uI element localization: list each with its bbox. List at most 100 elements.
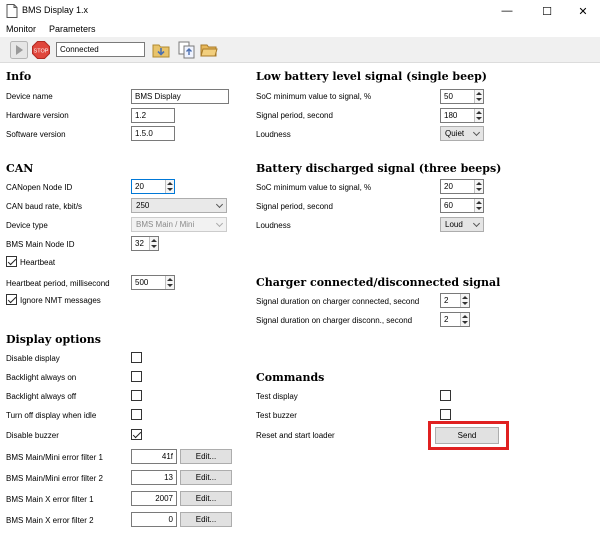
error-filter-1-field[interactable]: 41f <box>131 449 177 464</box>
spin-arrows-icon[interactable] <box>474 180 483 193</box>
turn-off-idle-checkbox[interactable] <box>131 409 142 420</box>
error-filter-2-label: BMS Main/Mini error filter 2 <box>6 474 103 483</box>
discharged-soc-value: 20 <box>444 182 453 191</box>
spin-arrows-icon[interactable] <box>165 180 174 193</box>
chevron-down-icon <box>472 128 481 137</box>
ignore-nmt-label: Ignore NMT messages <box>20 296 101 305</box>
discharged-soc-label: SoC minimum value to signal, % <box>256 183 372 192</box>
canopen-node-id-value: 20 <box>135 182 144 191</box>
device-name-label: Device name <box>6 92 53 101</box>
disable-display-label: Disable display <box>6 354 60 363</box>
error-filter-2-field[interactable]: 13 <box>131 470 177 485</box>
error-filter-3-field[interactable]: 2007 <box>131 491 177 506</box>
error-filter-4-label: BMS Main X error filter 2 <box>6 516 94 525</box>
menu-monitor[interactable]: Monitor <box>6 24 36 34</box>
backlight-always-on-checkbox[interactable] <box>131 371 142 382</box>
low-battery-title: Low battery level signal (single beep) <box>256 70 487 83</box>
test-buzzer-label: Test buzzer <box>256 411 297 420</box>
can-baud-rate-select[interactable]: 250 <box>131 198 227 213</box>
heartbeat-period-stepper[interactable]: 500 <box>131 275 175 290</box>
bms-main-node-id-label: BMS Main Node ID <box>6 240 75 249</box>
low-loudness-label: Loudness <box>256 130 291 139</box>
discharged-period-stepper[interactable]: 60 <box>440 198 484 213</box>
heartbeat-checkbox[interactable] <box>6 256 17 267</box>
low-period-stepper[interactable]: 180 <box>440 108 484 123</box>
test-display-label: Test display <box>256 392 298 401</box>
close-button[interactable]: ✕ <box>566 0 600 22</box>
maximize-button[interactable]: ☐ <box>530 0 564 22</box>
spin-arrows-icon[interactable] <box>165 276 174 289</box>
error-filter-3-label: BMS Main X error filter 1 <box>6 495 94 504</box>
connection-status: Connected <box>56 42 145 57</box>
minimize-icon: — <box>501 5 513 17</box>
discharged-loudness-select[interactable]: Loud <box>440 217 484 232</box>
discharged-title: Battery discharged signal (three beeps) <box>256 162 502 175</box>
can-baud-rate-label: CAN baud rate, kbit/s <box>6 202 83 211</box>
spin-arrows-icon[interactable] <box>460 313 469 326</box>
discharged-loudness-value: Loud <box>445 220 463 229</box>
send-button[interactable]: Send <box>435 427 499 444</box>
charger-title: Charger connected/disconnected signal <box>256 276 501 289</box>
svg-text:STOP: STOP <box>34 49 49 55</box>
open-folder-icon[interactable] <box>200 41 218 59</box>
low-loudness-value: Quiet <box>445 129 465 138</box>
charger-connected-stepper[interactable]: 2 <box>440 293 470 308</box>
low-loudness-select[interactable]: Quiet <box>440 126 484 141</box>
test-buzzer-checkbox[interactable] <box>440 409 451 420</box>
spin-arrows-icon[interactable] <box>474 199 483 212</box>
low-soc-label: SoC minimum value to signal, % <box>256 92 372 101</box>
charger-connected-label: Signal duration on charger connected, se… <box>256 297 420 306</box>
edit-filter-3-button[interactable]: Edit... <box>180 491 232 506</box>
edit-filter-2-button[interactable]: Edit... <box>180 470 232 485</box>
charger-connected-value: 2 <box>444 296 449 305</box>
download-to-device-icon[interactable] <box>152 41 170 59</box>
chevron-down-icon <box>215 200 224 209</box>
disable-buzzer-label: Disable buzzer <box>6 431 59 440</box>
copy-upload-icon[interactable] <box>178 41 196 59</box>
hardware-version-label: Hardware version <box>6 111 69 120</box>
device-type-label: Device type <box>6 221 48 230</box>
error-filter-1-label: BMS Main/Mini error filter 1 <box>6 453 103 462</box>
device-name-field[interactable]: BMS Display <box>131 89 229 104</box>
discharged-period-label: Signal period, second <box>256 202 333 211</box>
chevron-down-icon <box>215 219 224 228</box>
disable-display-checkbox[interactable] <box>131 352 142 363</box>
discharged-period-value: 60 <box>444 201 453 210</box>
menu-parameters[interactable]: Parameters <box>49 24 96 34</box>
can-baud-rate-value: 250 <box>136 201 150 210</box>
discharged-soc-stepper[interactable]: 20 <box>440 179 484 194</box>
close-icon: ✕ <box>578 5 588 18</box>
charger-disconnected-stepper[interactable]: 2 <box>440 312 470 327</box>
canopen-node-id-stepper[interactable]: 20 <box>131 179 175 194</box>
spin-arrows-icon[interactable] <box>460 294 469 307</box>
heartbeat-label: Heartbeat <box>20 258 56 267</box>
minimize-button[interactable]: — <box>490 0 524 22</box>
commands-title: Commands <box>256 371 325 384</box>
spin-arrows-icon[interactable] <box>474 90 483 103</box>
play-icon[interactable] <box>10 41 28 59</box>
edit-filter-1-button[interactable]: Edit... <box>180 449 232 464</box>
device-type-value: BMS Main / Mini <box>136 220 195 229</box>
charger-disconnected-value: 2 <box>444 315 449 324</box>
spin-arrows-icon[interactable] <box>149 237 158 250</box>
heartbeat-period-value: 500 <box>135 278 149 287</box>
reset-loader-label: Reset and start loader <box>256 431 335 440</box>
edit-filter-4-button[interactable]: Edit... <box>180 512 232 527</box>
display-options-title: Display options <box>6 333 101 346</box>
ignore-nmt-checkbox[interactable] <box>6 294 17 305</box>
can-section-title: CAN <box>6 162 34 175</box>
disable-buzzer-checkbox[interactable] <box>131 429 142 440</box>
bms-main-node-id-stepper[interactable]: 32 <box>131 236 159 251</box>
app-document-icon <box>6 4 18 18</box>
turn-off-idle-label: Turn off display when idle <box>6 411 97 420</box>
test-display-checkbox[interactable] <box>440 390 451 401</box>
low-soc-stepper[interactable]: 50 <box>440 89 484 104</box>
software-version-field[interactable]: 1.5.0 <box>131 126 175 141</box>
chevron-down-icon <box>472 219 481 228</box>
spin-arrows-icon[interactable] <box>474 109 483 122</box>
discharged-loudness-label: Loudness <box>256 221 291 230</box>
stop-icon[interactable]: STOP <box>32 41 50 59</box>
error-filter-4-field[interactable]: 0 <box>131 512 177 527</box>
hardware-version-field[interactable]: 1.2 <box>131 108 175 123</box>
backlight-always-off-checkbox[interactable] <box>131 390 142 401</box>
